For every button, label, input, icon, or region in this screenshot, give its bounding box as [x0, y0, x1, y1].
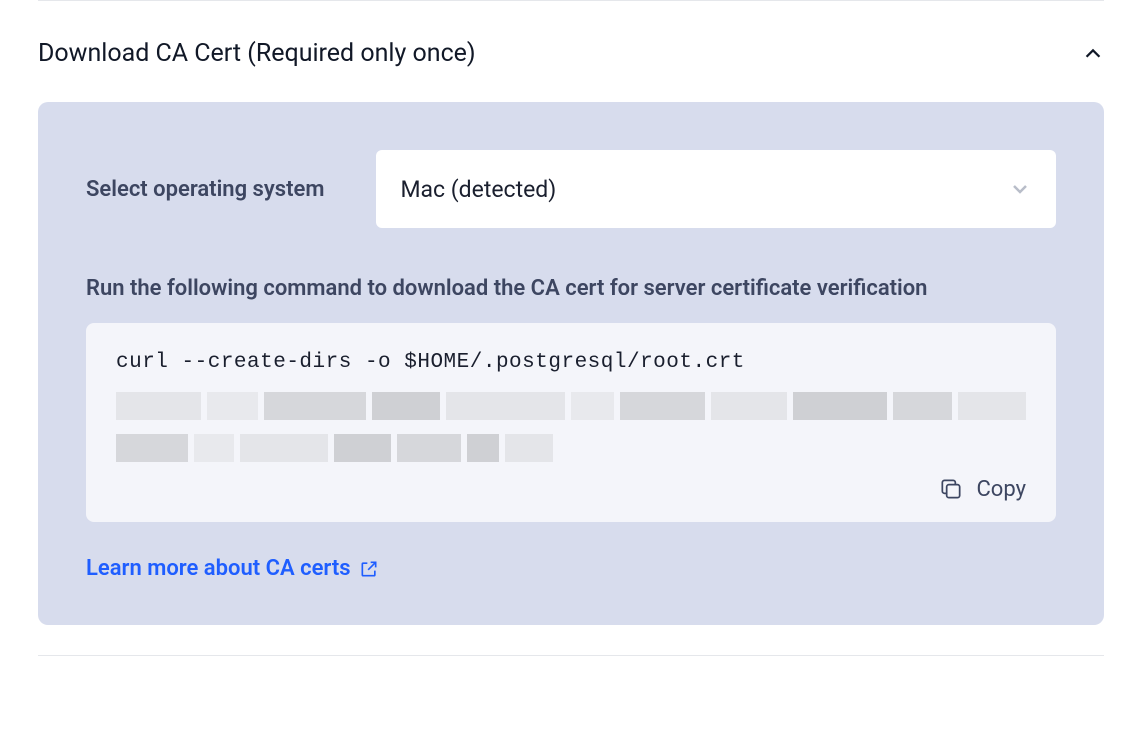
copy-icon — [938, 476, 964, 502]
section-title: Download CA Cert (Required only once) — [38, 39, 476, 68]
code-block: curl --create-dirs -o $HOME/.postgresql/… — [86, 323, 1056, 522]
redacted-line — [116, 434, 553, 462]
os-select-value: Mac (detected) — [400, 176, 556, 203]
copy-label: Copy — [976, 477, 1026, 502]
command-text: curl --create-dirs -o $HOME/.postgresql/… — [116, 351, 1026, 374]
chevron-up-icon — [1082, 43, 1104, 65]
ca-cert-panel: Select operating system Mac (detected) R… — [38, 102, 1104, 625]
learn-more-label: Learn more about CA certs — [86, 556, 351, 581]
copy-button[interactable]: Copy — [116, 476, 1026, 502]
os-select[interactable]: Mac (detected) — [376, 150, 1056, 228]
os-row: Select operating system Mac (detected) — [86, 150, 1056, 228]
os-label: Select operating system — [86, 177, 324, 202]
learn-more-link[interactable]: Learn more about CA certs — [86, 556, 379, 581]
section-header[interactable]: Download CA Cert (Required only once) — [38, 1, 1104, 102]
instruction-text: Run the following command to download th… — [86, 276, 1056, 301]
divider-bottom — [38, 655, 1104, 656]
redacted-line — [116, 392, 1026, 420]
external-link-icon — [359, 559, 379, 579]
chevron-down-icon — [1008, 177, 1032, 201]
